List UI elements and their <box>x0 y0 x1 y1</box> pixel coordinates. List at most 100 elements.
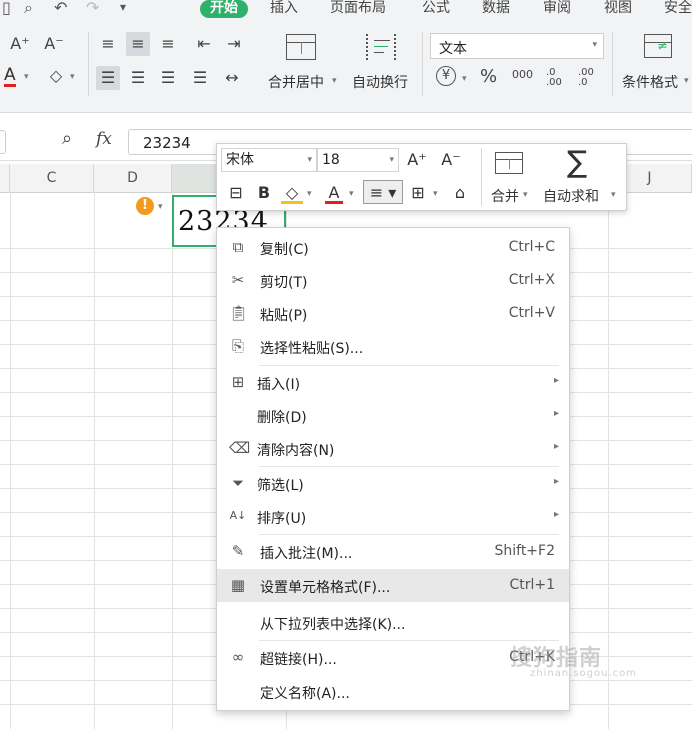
undo-icon[interactable]: ↶ <box>54 0 67 17</box>
menu-item-paste[interactable]: 📋︎ 粘贴(P) Ctrl+V <box>217 297 569 330</box>
autosum-icon[interactable]: ∑ <box>567 146 587 180</box>
column-header-b[interactable] <box>0 164 10 192</box>
menu-item-label: 插入批注(M)... <box>260 546 353 562</box>
fill-color-icon[interactable]: ◇ <box>281 181 303 204</box>
warning-icon[interactable]: ! <box>136 197 154 215</box>
font-name-value: 宋体 <box>226 152 254 168</box>
percent-icon[interactable]: % <box>480 66 497 87</box>
font-decrease-icon[interactable]: A⁻ <box>42 32 66 56</box>
distributed-icon[interactable]: ↔ <box>220 66 244 90</box>
tab-view[interactable]: 视图 <box>604 0 632 18</box>
column-header-c[interactable]: C <box>10 164 94 192</box>
insert-cells-icon: ⊞ <box>231 373 245 391</box>
menu-item-cut[interactable]: ✂ 剪切(T) Ctrl+X <box>217 264 569 297</box>
quick-access-dropdown-icon[interactable]: ▾ <box>120 0 126 14</box>
font-color-icon[interactable]: A <box>4 66 16 87</box>
borders-icon[interactable]: ⊞ <box>407 181 429 205</box>
align-middle-icon[interactable]: ≡ <box>126 32 150 56</box>
currency-icon[interactable]: ¥ <box>436 66 456 86</box>
tab-security[interactable]: 安全 <box>664 0 692 18</box>
font-increase-icon[interactable]: A⁺ <box>405 148 429 172</box>
autosum-button[interactable]: 自动求和 <box>543 186 599 206</box>
menu-item-pick-from-list[interactable]: 从下拉列表中选择(K)... <box>217 606 569 639</box>
autosum-dropdown-icon[interactable]: ▾ <box>611 190 616 200</box>
align-bottom-icon[interactable]: ≡ <box>156 32 180 56</box>
font-size-select[interactable]: 18 ▾ <box>317 148 399 172</box>
menu-item-filter[interactable]: ⏷ 筛选(L) ▸ <box>217 467 569 500</box>
menu-item-format-cells[interactable]: ▦ 设置单元格格式(F)... Ctrl+1 <box>217 569 569 602</box>
font-name-select[interactable]: 宋体 ▾ <box>221 148 317 172</box>
merge-center-button[interactable]: 合并居中 <box>268 72 324 92</box>
menu-item-sort[interactable]: A↓ 排序(U) ▸ <box>217 500 569 533</box>
paste-special-icon: ⎘ <box>231 337 244 355</box>
name-box-edge[interactable] <box>0 130 6 154</box>
menu-item-clear-contents[interactable]: ⌫ 清除内容(N) ▸ <box>217 432 569 465</box>
menu-item-shortcut: Shift+F2 <box>494 543 555 559</box>
increase-indent-icon[interactable]: ⇥ <box>222 32 246 56</box>
menu-item-insert-comment[interactable]: ✎ 插入批注(M)... Shift+F2 <box>217 535 569 568</box>
column-header-d[interactable]: D <box>94 164 172 192</box>
decrease-decimal-icon[interactable]: .00 .0 <box>578 68 598 88</box>
menu-item-label: 超链接(H)... <box>260 652 337 668</box>
menu-item-copy[interactable]: ⧉ 复制(C) Ctrl+C <box>217 231 569 264</box>
warning-dropdown-icon[interactable]: ▾ <box>158 202 163 212</box>
align-center-button[interactable]: ≡ ▾ <box>363 180 403 204</box>
increase-decimal-icon[interactable]: .0 .00 <box>546 68 566 88</box>
comma-style-icon[interactable]: 000 <box>512 68 533 81</box>
menu-item-define-name[interactable]: 定义名称(A)... <box>217 675 569 708</box>
menu-item-insert[interactable]: ⊞ 插入(I) ▸ <box>217 366 569 399</box>
sort-az-icon: A↓ <box>229 509 247 522</box>
align-left-icon[interactable]: ☰ <box>96 66 120 90</box>
fill-color-dropdown-icon[interactable]: ▾ <box>307 189 312 199</box>
font-color-icon[interactable]: A <box>325 181 343 204</box>
align-right-icon[interactable]: ☰ <box>156 66 180 90</box>
clear-dropdown-icon[interactable]: ▾ <box>70 72 75 82</box>
redo-icon[interactable]: ↷ <box>86 0 99 17</box>
ribbon-separator <box>422 32 423 96</box>
menu-item-shortcut: Ctrl+1 <box>509 577 555 593</box>
context-menu: ⧉ 复制(C) Ctrl+C ✂ 剪切(T) Ctrl+X 📋︎ 粘贴(P) C… <box>216 227 570 711</box>
justify-icon[interactable]: ☰ <box>188 66 212 90</box>
conditional-format-dropdown-icon[interactable]: ▾ <box>684 76 689 86</box>
wrap-text-icon[interactable] <box>366 34 396 60</box>
merge-button[interactable]: 合并 <box>491 186 519 206</box>
menu-item-delete[interactable]: 删除(D) ▸ <box>217 399 569 432</box>
save-icon[interactable]: ▯ <box>2 0 11 17</box>
borders-dropdown-icon[interactable]: ▾ <box>433 189 438 199</box>
conditional-format-icon[interactable]: ≠ <box>644 34 672 58</box>
number-format-select[interactable]: 文本 ▾ <box>430 33 604 59</box>
merge-icon[interactable] <box>495 152 523 174</box>
chevron-right-icon: ▸ <box>553 476 559 487</box>
tab-home[interactable]: 开始 <box>200 0 248 18</box>
conditional-format-button[interactable]: 条件格式 <box>622 72 678 92</box>
align-center-icon[interactable]: ☰ <box>126 66 150 90</box>
tab-data[interactable]: 数据 <box>482 0 510 18</box>
insert-function-icon[interactable]: fx <box>96 129 112 149</box>
merge-dropdown-icon[interactable]: ▾ <box>523 190 528 200</box>
tab-page-layout[interactable]: 页面布局 <box>330 0 386 18</box>
font-color-dropdown-icon[interactable]: ▾ <box>349 189 354 199</box>
currency-dropdown-icon[interactable]: ▾ <box>462 74 467 84</box>
decrease-indent-icon[interactable]: ⇤ <box>192 32 216 56</box>
font-color-dropdown-icon[interactable]: ▾ <box>24 72 29 82</box>
chevron-right-icon: ▸ <box>553 375 559 386</box>
wrap-text-icon[interactable]: ⊟ <box>225 181 247 205</box>
merge-center-icon[interactable] <box>286 34 316 60</box>
tab-review[interactable]: 审阅 <box>543 0 571 18</box>
menu-item-paste-special[interactable]: ⎘ 选择性粘贴(S)... <box>217 330 569 363</box>
zoom-search-icon[interactable]: ⌕ <box>62 128 72 149</box>
menu-item-shortcut: Ctrl+V <box>508 305 555 321</box>
align-top-icon[interactable]: ≡ <box>96 32 120 56</box>
eraser-icon[interactable]: ◇ <box>44 64 68 88</box>
print-preview-icon[interactable]: ⌕ <box>24 0 33 18</box>
tab-formulas[interactable]: 公式 <box>422 0 450 18</box>
menu-item-label: 设置单元格格式(F)... <box>260 580 391 596</box>
font-decrease-icon[interactable]: A⁻ <box>439 148 463 172</box>
format-painter-icon[interactable]: ⌂ <box>449 181 471 205</box>
font-increase-icon[interactable]: A⁺ <box>8 32 32 56</box>
tab-insert[interactable]: 插入 <box>270 0 298 18</box>
chevron-right-icon: ▸ <box>553 408 559 419</box>
bold-icon[interactable]: B <box>255 181 273 205</box>
wrap-text-button[interactable]: 自动换行 <box>352 72 408 92</box>
merge-dropdown-icon[interactable]: ▾ <box>332 76 337 86</box>
